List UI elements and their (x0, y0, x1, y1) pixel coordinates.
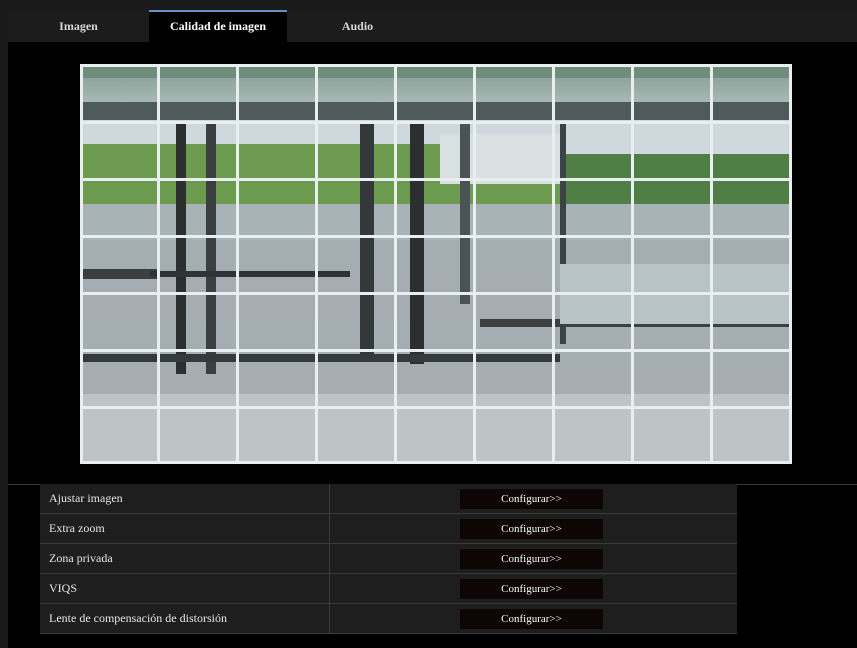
grid-line (80, 461, 792, 464)
setting-row-extra-zoom: Extra zoom Configurar>> (40, 514, 737, 544)
divider (329, 544, 330, 573)
camera-image (80, 64, 792, 464)
setting-row-lente-compensacion: Lente de compensación de distorsión Conf… (40, 604, 737, 634)
grid-line (473, 64, 476, 464)
grid-line (80, 121, 792, 124)
setting-label: Zona privada (49, 551, 113, 565)
grid-line (80, 292, 792, 295)
grid-line (236, 64, 239, 464)
divider (329, 604, 330, 633)
configurar-button[interactable]: Configurar>> (460, 519, 603, 539)
grid-line (315, 64, 318, 464)
tab-calidad-de-imagen[interactable]: Calidad de imagen (149, 10, 287, 42)
setting-row-zona-privada: Zona privada Configurar>> (40, 544, 737, 574)
tab-bar: Imagen Calidad de imagen Audio (8, 10, 857, 42)
grid-line (394, 64, 397, 464)
setting-row-ajustar-imagen: Ajustar imagen Configurar>> (40, 484, 737, 514)
grid-line (80, 406, 792, 409)
configurar-button[interactable]: Configurar>> (460, 489, 603, 509)
grid-line (789, 64, 792, 464)
grid-line (80, 64, 792, 67)
grid-line (80, 349, 792, 352)
grid-line (80, 178, 792, 181)
grid-line (710, 64, 713, 464)
grid-line (80, 235, 792, 238)
camera-preview (80, 64, 792, 464)
tab-audio[interactable]: Audio (287, 10, 428, 42)
setting-label: Lente de compensación de distorsión (49, 611, 227, 625)
tab-imagen[interactable]: Imagen (8, 10, 149, 42)
configurar-button[interactable]: Configurar>> (460, 609, 603, 629)
divider (329, 574, 330, 603)
settings-list: Ajustar imagen Configurar>> Extra zoom C… (40, 484, 737, 634)
grid-line (157, 64, 160, 464)
grid-line (552, 64, 555, 464)
divider (329, 514, 330, 543)
grid-line (631, 64, 634, 464)
grid-line (80, 64, 83, 464)
divider (329, 484, 330, 513)
setting-label: Extra zoom (49, 521, 105, 535)
configurar-button[interactable]: Configurar>> (460, 549, 603, 569)
setting-label: Ajustar imagen (49, 491, 123, 505)
configurar-button[interactable]: Configurar>> (460, 579, 603, 599)
settings-frame: Imagen Calidad de imagen Audio Ajustar i… (8, 10, 857, 648)
setting-label: VIQS (49, 581, 78, 595)
setting-row-viqs: VIQS Configurar>> (40, 574, 737, 604)
